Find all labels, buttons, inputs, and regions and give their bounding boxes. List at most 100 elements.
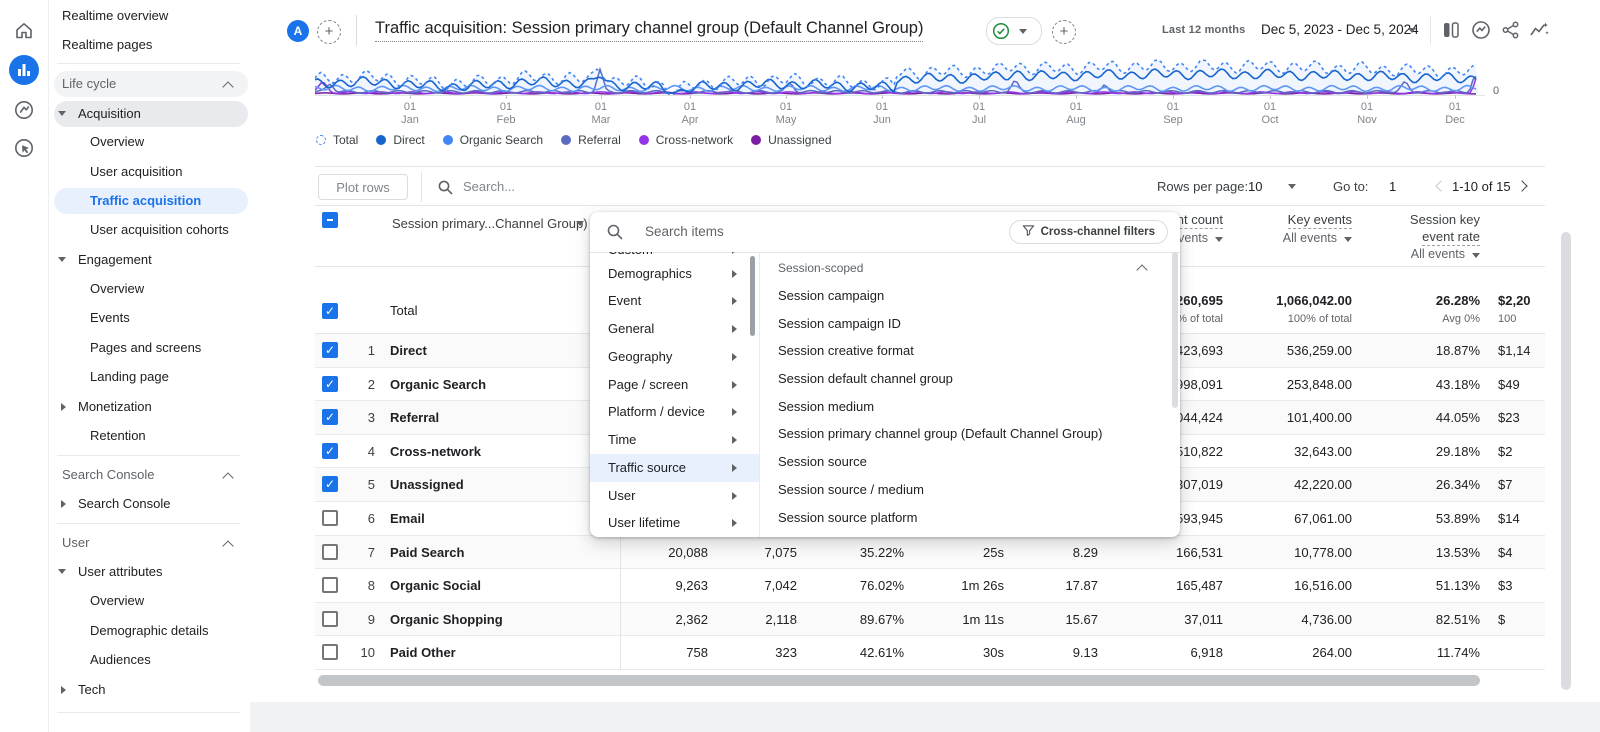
row-channel-name[interactable]: Direct <box>390 334 427 368</box>
total-row-checkbox[interactable]: ✓ <box>322 303 338 319</box>
dimension-category-event[interactable]: Event <box>608 291 641 311</box>
dimension-item-session-default-channel-group[interactable]: Session default channel group <box>778 369 953 389</box>
report-status-chip[interactable] <box>986 17 1042 45</box>
col-sub-session-key-rate[interactable]: All events <box>1320 247 1480 261</box>
expand-caret-down-icon[interactable] <box>58 111 66 116</box>
dimension-item-session-medium[interactable]: Session medium <box>778 397 874 417</box>
chevron-up-icon[interactable] <box>222 540 233 551</box>
dimension-category-user-lifetime[interactable]: User lifetime <box>608 513 680 533</box>
row-channel-name[interactable]: Unassigned <box>390 468 464 502</box>
sidebar-item-events[interactable]: Events <box>90 306 130 330</box>
share-icon[interactable] <box>1500 19 1522 44</box>
dimension-category-custom[interactable]: Custom <box>608 252 653 260</box>
sidebar-item-user-acquisition-cohorts[interactable]: User acquisition cohorts <box>90 218 229 242</box>
dimension-category-page-screen[interactable]: Page / screen <box>608 375 688 395</box>
sidebar-item-overview[interactable]: Overview <box>90 589 144 613</box>
row-channel-name[interactable]: Organic Social <box>390 569 481 603</box>
dimension-category-time[interactable]: Time <box>608 430 636 450</box>
legend-item-organic-search[interactable]: Organic Search <box>443 133 543 147</box>
legend-item-direct[interactable]: Direct <box>376 133 424 147</box>
sidebar-item-traffic-acquisition[interactable]: Traffic acquisition <box>90 189 201 213</box>
row-checkbox[interactable] <box>322 577 338 593</box>
legend-item-referral[interactable]: Referral <box>561 133 621 147</box>
row-checkbox[interactable]: ✓ <box>322 376 338 392</box>
expand-caret-down-icon[interactable] <box>58 569 66 574</box>
sidebar-item-audiences[interactable]: Audiences <box>90 648 151 672</box>
sidebar-item-pages-and-screens[interactable]: Pages and screens <box>90 336 201 360</box>
row-checkbox[interactable] <box>322 544 338 560</box>
next-page-icon[interactable] <box>1516 180 1527 191</box>
dimension-category-traffic-source[interactable]: Traffic source <box>608 458 686 478</box>
add-report-button[interactable]: + <box>1052 20 1076 44</box>
row-channel-name[interactable]: Cross-network <box>390 435 481 469</box>
vertical-scrollbar[interactable] <box>1561 232 1571 690</box>
sidebar-item-realtime-overview[interactable]: Realtime overview <box>62 4 168 28</box>
row-checkbox[interactable]: ✓ <box>322 443 338 459</box>
dimension-category-demographics[interactable]: Demographics <box>608 264 692 284</box>
table-search-input[interactable]: Search... <box>463 174 515 200</box>
group-collapse-chevron-icon[interactable] <box>1136 264 1147 275</box>
chevron-up-icon[interactable] <box>222 472 233 483</box>
row-channel-name[interactable]: Paid Other <box>390 636 456 670</box>
sidebar-item-tech[interactable]: Tech <box>78 678 105 702</box>
sidebar-item-search-console[interactable]: Search Console <box>78 492 171 516</box>
col-header-session-key-rate-l2[interactable]: event rate <box>1320 229 1480 244</box>
sidebar-item-overview[interactable]: Overview <box>90 277 144 301</box>
dimension-category-user[interactable]: User <box>608 486 635 506</box>
rows-per-page-select[interactable]: 10 <box>1248 174 1262 200</box>
horizontal-scrollbar[interactable] <box>318 675 1480 686</box>
row-checkbox[interactable] <box>322 510 338 526</box>
sidebar-item-overview[interactable]: Overview <box>90 130 144 154</box>
dimension-item-session-campaign-id[interactable]: Session campaign ID <box>778 314 901 334</box>
sidebar-item-monetization[interactable]: Monetization <box>78 395 152 419</box>
dimension-category-platform-device[interactable]: Platform / device <box>608 402 705 422</box>
legend-item-cross-network[interactable]: Cross-network <box>639 133 733 147</box>
sidebar-item-demographic-details[interactable]: Demographic details <box>90 619 209 643</box>
expand-caret-right-icon[interactable] <box>61 403 66 411</box>
sparkline-insights-icon[interactable] <box>1528 19 1550 44</box>
sidebar-item-landing-page[interactable]: Landing page <box>90 365 169 389</box>
dimension-item-session-source[interactable]: Session source <box>778 452 867 472</box>
category-list-scrollbar[interactable] <box>750 256 755 336</box>
dropdown-search-input[interactable]: Search items <box>645 220 724 244</box>
expand-caret-right-icon[interactable] <box>61 686 66 694</box>
page-title[interactable]: Traffic acquisition: Session primary cha… <box>375 19 923 42</box>
add-comparison-button[interactable]: + <box>317 20 341 44</box>
goto-input[interactable]: 1 <box>1389 174 1396 200</box>
legend-item-unassigned[interactable]: Unassigned <box>751 133 831 147</box>
dimension-item-session-source-platform[interactable]: Session source platform <box>778 508 917 528</box>
select-all-checkbox[interactable] <box>322 212 338 228</box>
legend-item-total[interactable]: Total <box>316 133 358 147</box>
row-checkbox[interactable]: ✓ <box>322 342 338 358</box>
item-list-scrollbar[interactable] <box>1172 252 1178 408</box>
col-header-session-key-rate-l1[interactable]: Session key <box>1320 212 1480 227</box>
dimension-item-session-campaign[interactable]: Session campaign <box>778 286 884 306</box>
row-channel-name[interactable]: Email <box>390 502 425 536</box>
row-channel-name[interactable]: Organic Search <box>390 368 486 402</box>
row-channel-name[interactable]: Referral <box>390 401 439 435</box>
row-checkbox[interactable]: ✓ <box>322 409 338 425</box>
dimension-category-general[interactable]: General <box>608 319 654 339</box>
expand-caret-right-icon[interactable] <box>61 500 66 508</box>
sidebar-item-acquisition[interactable]: Acquisition <box>78 102 141 126</box>
expand-caret-down-icon[interactable] <box>58 257 66 262</box>
dimension-item-session-creative-format[interactable]: Session creative format <box>778 341 914 361</box>
sidebar-item-user-attributes[interactable]: User attributes <box>78 560 163 584</box>
dimension-header[interactable]: Session primary...Channel Group) <box>392 213 588 235</box>
prev-page-icon[interactable] <box>1435 180 1446 191</box>
insights-icon[interactable] <box>1470 19 1492 44</box>
plot-rows-button[interactable]: Plot rows <box>318 174 408 200</box>
dimension-item-session-source-medium[interactable]: Session source / medium <box>778 480 924 500</box>
row-channel-name[interactable]: Organic Shopping <box>390 603 503 637</box>
sidebar-item-retention[interactable]: Retention <box>90 424 146 448</box>
row-checkbox[interactable] <box>322 611 338 627</box>
row-checkbox[interactable]: ✓ <box>322 476 338 492</box>
comparison-toggle-icon[interactable] <box>1440 19 1462 44</box>
cross-channel-filters-chip[interactable]: Cross-channel filters <box>1009 220 1168 244</box>
sidebar-item-realtime-pages[interactable]: Realtime pages <box>62 33 152 57</box>
row-checkbox[interactable] <box>322 644 338 660</box>
avatar[interactable]: A <box>287 20 309 42</box>
row-channel-name[interactable]: Paid Search <box>390 536 464 570</box>
sidebar-item-engagement[interactable]: Engagement <box>78 248 152 272</box>
dimension-category-geography[interactable]: Geography <box>608 347 672 367</box>
